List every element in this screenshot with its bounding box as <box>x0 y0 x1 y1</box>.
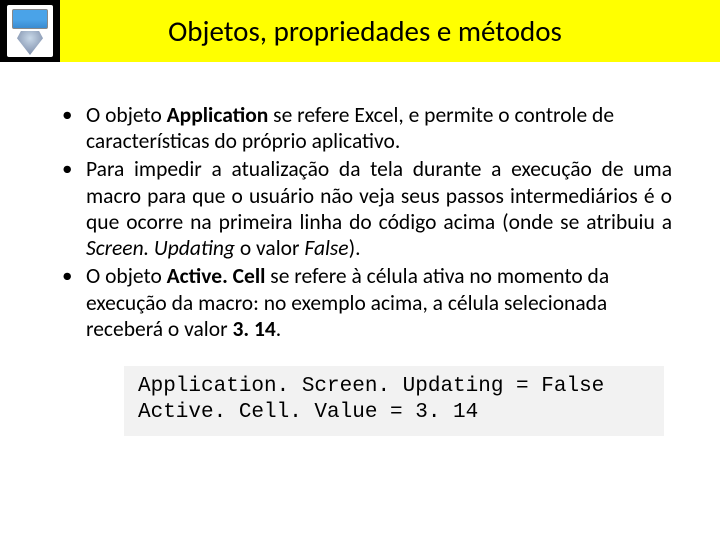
bold-text: Application <box>167 102 269 128</box>
slide-title: Objetos, propriedades e métodos <box>60 13 720 49</box>
text: ). <box>349 235 361 261</box>
text: . <box>276 316 281 342</box>
bold-text: 3. 14 <box>232 316 275 342</box>
italic-text: Screen. Updating <box>86 235 235 261</box>
bullet-item: Para impedir a atualização da tela duran… <box>48 156 672 261</box>
slide-header: Objetos, propriedades e métodos <box>0 0 720 62</box>
slide-content: O objeto Application se refere Excel, e … <box>0 62 720 436</box>
logo-shield <box>17 31 43 55</box>
text: Para impedir a atualização da tela duran… <box>86 156 672 234</box>
bold-text: Active. Cell <box>167 263 266 289</box>
text: o valor <box>235 235 304 261</box>
italic-text: False <box>304 235 348 261</box>
logo-flag <box>12 9 48 29</box>
bullet-list: O objeto Application se refere Excel, e … <box>48 102 672 342</box>
ufcg-logo <box>7 5 53 57</box>
bullet-item: O objeto Application se refere Excel, e … <box>48 102 672 154</box>
text: O objeto <box>86 102 167 128</box>
logo-wrap <box>0 0 60 62</box>
bullet-item: O objeto Active. Cell se refere à célula… <box>48 263 672 342</box>
text: O objeto <box>86 263 167 289</box>
code-block: Application. Screen. Updating = False Ac… <box>124 366 664 437</box>
